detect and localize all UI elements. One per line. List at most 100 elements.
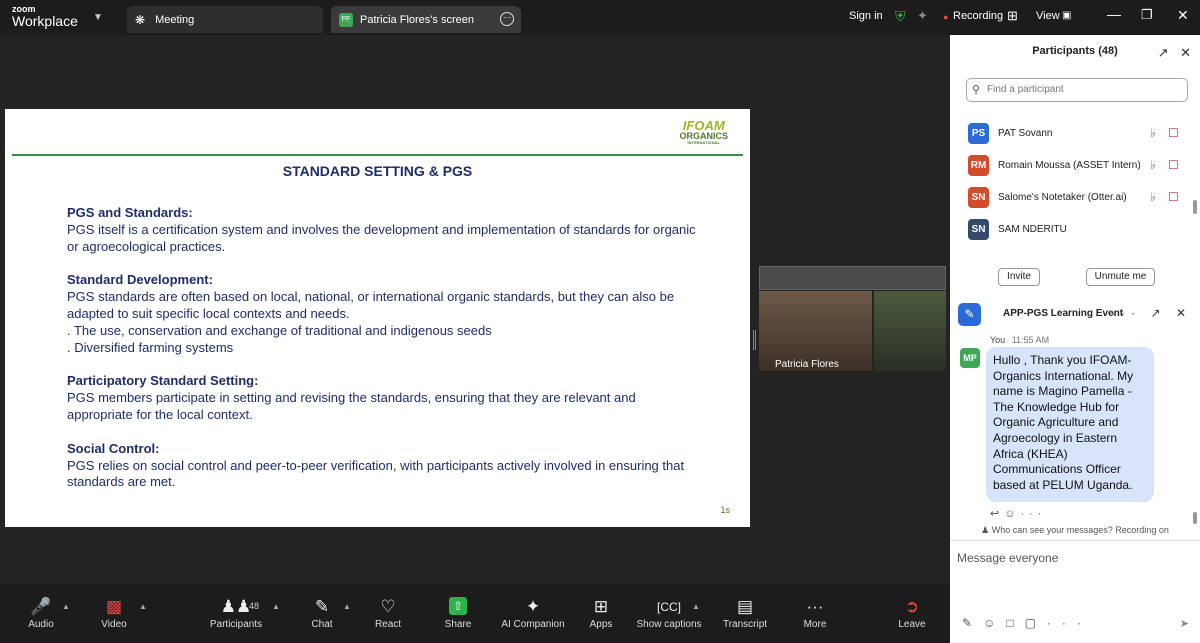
list-item[interactable]: PS PAT Sovann ♭ ☐ [950,117,1190,149]
unmute-me-button[interactable]: Unmute me [1086,268,1155,286]
scrollbar[interactable] [1193,200,1197,214]
section-line: PGS standards are often based on local, … [67,289,675,305]
close-icon[interactable]: ✕ [1176,306,1192,320]
captions-label: Show captions [636,619,702,630]
send-icon[interactable]: ➤ [1180,617,1189,630]
invite-button[interactable]: Invite [998,268,1040,286]
chevron-up-icon[interactable]: ▲ [343,602,351,611]
chevron-up-icon[interactable]: ▲ [62,602,70,611]
grid-icon[interactable]: ⊞ [1007,8,1018,24]
tab-shared-screen[interactable]: PF Patricia Flores's screen ··· [331,6,521,33]
gallery-thumbnails[interactable] [759,266,946,290]
more-icon[interactable]: ··· [1047,616,1092,630]
chat-visibility-notice[interactable]: ♟ Who can see your messages? Recording o… [950,525,1200,536]
resize-handle[interactable] [753,330,756,350]
video-button[interactable]: ▩ Video [98,597,130,630]
emoji-icon[interactable]: ☺ [983,616,1006,630]
title-bar: zoom Workplace ▼ ❋ Meeting PF Patricia F… [0,0,1200,35]
more-icon[interactable]: ··· [500,12,514,26]
leave-button[interactable]: ➲ Leave [897,597,927,630]
section-line: adapted to suit specific local contexts … [67,305,350,321]
chat-label: Chat [311,619,333,630]
person-icon: ♟ [981,525,990,535]
slide-body: PGS and Standards: PGS itself is a certi… [67,205,707,508]
chevron-down-icon[interactable]: ▼ [93,12,103,23]
participants-count: 48 [249,601,260,611]
list-item[interactable]: SN Salome's Notetaker (Otter.ai) ♭ ☐ [950,181,1190,213]
section: Participatory Standard Setting: PGS memb… [67,373,707,423]
pf-badge: PF [339,12,353,27]
format-icon[interactable]: ✎ [962,616,983,630]
apps-button[interactable]: ⊞ Apps [586,597,616,630]
screenshot-icon[interactable]: ▢ [1025,616,1047,630]
react-button[interactable]: ♡ React [372,597,404,630]
avatar: PS [968,122,989,144]
chat-title: APP-PGS Learning Event [1003,308,1124,319]
chevron-up-icon[interactable]: ▲ [272,602,280,611]
shield-check-icon[interactable]: ⛨ [895,8,906,25]
file-icon[interactable]: □ [1006,616,1024,630]
chat-message[interactable]: Hullo , Thank you IFOAM-Organics Interna… [986,347,1154,502]
chat-header-icons: ··· ↗ ✕ [1111,306,1192,320]
presentation-slide: IFOAM ORGANICS INTERNATIONAL STANDARD SE… [5,109,750,527]
mic-off-icon: ♭ [1150,158,1156,172]
share-screen-icon: ⇧ [442,597,474,619]
side-panel: Participants (48) ↗ ✕ ⚲ Find a participa… [950,35,1200,643]
emoji-icon[interactable]: ☺ [1004,508,1020,520]
more-button[interactable]: ··· More [800,597,830,630]
sign-in-button[interactable]: Sign in [849,10,883,22]
view-button[interactable]: View [1036,10,1060,22]
section: PGS and Standards: PGS itself is a certi… [67,205,707,255]
search-placeholder: Find a participant [987,84,1064,95]
chevron-up-icon[interactable]: ▲ [692,602,700,611]
popout-icon[interactable]: ↗ [1151,306,1167,320]
section-line: PGS itself is a certification system and… [67,221,696,237]
notice-text: Who can see your messages? Recording on [991,525,1169,535]
minimize-icon[interactable]: — [1107,6,1121,22]
message-input[interactable]: Message everyone [950,540,1200,573]
participant-search-input[interactable]: ⚲ Find a participant [966,78,1188,102]
list-item[interactable]: SN SAM NDERITU [950,213,1190,245]
chat-button[interactable]: ✎ Chat [306,597,338,630]
section-line: appropriate for the local context. [67,406,253,422]
share-label: Share [444,619,472,630]
more-icon[interactable]: ··· [1020,508,1046,520]
chevron-up-icon[interactable]: ▲ [139,602,147,611]
restore-icon[interactable]: ❐ [1141,7,1153,23]
section-heading: Participatory Standard Setting: [67,373,259,389]
chat-icon: ✎ [958,303,981,326]
avatar: SN [968,186,989,208]
list-item[interactable]: RM Romain Moussa (ASSET Intern) ♭ ☐ [950,149,1190,181]
ai-companion-button[interactable]: ✦ AI Companion [501,597,565,630]
popout-icon[interactable]: ↗ [1158,45,1169,60]
camera-off-icon: ☐ [1168,190,1179,204]
recording-label[interactable]: Recording [953,10,1003,22]
meeting-toolbar: 🎤 Audio ▲ ▩ Video ▲ ♟♟ Participants 48 ▲… [0,585,950,643]
chat-toolbar: ✎☺□▢··· [962,616,1092,630]
logo-line-3: INTERNATIONAL [687,140,720,145]
sparkle-icon[interactable]: ✦ [917,8,928,24]
tab-meeting[interactable]: ❋ Meeting [127,6,323,33]
record-dot-icon: ● [943,12,949,22]
ifoam-logo: IFOAM ORGANICS INTERNATIONAL [679,119,728,145]
transcript-icon: ▤ [736,597,754,616]
section: Standard Development: PGS standards are … [67,272,707,356]
audio-button[interactable]: 🎤 Audio [25,597,57,630]
video-tile[interactable] [874,291,946,371]
section: Social Control: PGS relies on social con… [67,441,707,491]
camera-off-icon: ☐ [1168,126,1179,140]
close-icon[interactable]: ✕ [1180,45,1191,60]
participants-icon: ❋ [135,12,146,27]
logo-bottom: Workplace [12,13,78,29]
reply-icon[interactable]: ↩ [990,508,1004,520]
scrollbar[interactable] [1193,512,1197,524]
more-icon[interactable]: ··· [1111,306,1141,320]
more-label: More [803,619,827,630]
slide-page-number: 1s [720,505,730,515]
section-line: or agroecological practices. [67,238,226,254]
share-button[interactable]: ⇧ Share [442,597,474,630]
transcript-button[interactable]: ▤ Transcript [722,597,768,630]
participant-name: Romain Moussa (ASSET Intern) [998,159,1141,171]
section-line: . Diversified farming systems [67,339,234,355]
close-icon[interactable]: ✕ [1177,7,1189,24]
